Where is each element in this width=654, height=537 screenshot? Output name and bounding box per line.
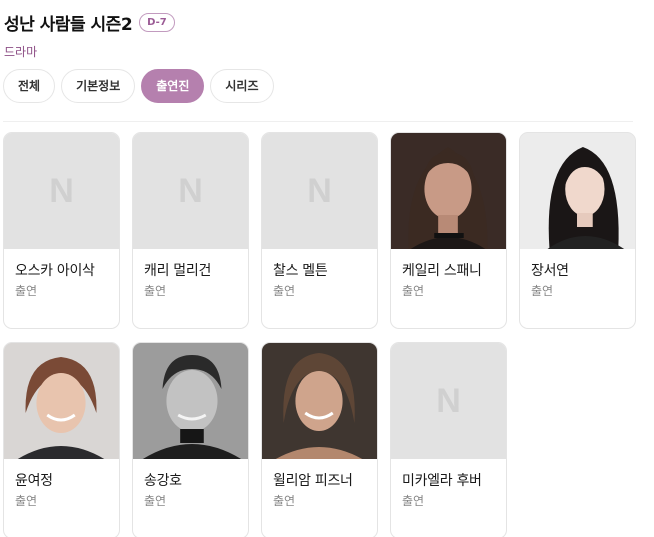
- page-header: 성난 사람들 시즌2 D-7 드라마: [4, 10, 175, 60]
- cast-card[interactable]: 윌리암 피즈너 출연: [261, 342, 378, 537]
- tab-cast[interactable]: 출연진: [141, 69, 205, 103]
- cast-card[interactable]: N 찰스 멜튼 출연: [261, 132, 378, 329]
- cast-role: 출연: [144, 284, 167, 298]
- profile-photo: [262, 343, 377, 459]
- cast-role: 출연: [144, 494, 167, 508]
- cast-name: 윤여정: [15, 473, 53, 489]
- profile-placeholder: N: [133, 133, 248, 249]
- cast-role: 출연: [402, 494, 425, 508]
- tab-series[interactable]: 시리즈: [210, 69, 274, 103]
- cast-name: 송강호: [144, 473, 182, 489]
- cast-card[interactable]: N 미카엘라 후버 출연: [390, 342, 507, 537]
- cast-name: 장서연: [531, 263, 569, 279]
- cast-name: 윌리암 피즈너: [273, 473, 353, 489]
- profile-photo: [391, 133, 506, 249]
- cast-card[interactable]: 송강호 출연: [132, 342, 249, 537]
- n-logo-icon: N: [307, 171, 332, 210]
- cast-role: 출연: [15, 284, 38, 298]
- cast-role: 출연: [15, 494, 38, 508]
- cast-name: 캐리 멀리건: [144, 263, 212, 279]
- cast-card[interactable]: N 오스카 아이삭 출연: [3, 132, 120, 329]
- profile-placeholder: N: [4, 133, 119, 249]
- profile-placeholder: N: [391, 343, 506, 459]
- page-title: 성난 사람들 시즌2: [4, 15, 133, 35]
- cast-name: 미카엘라 후버: [402, 473, 482, 489]
- profile-photo: [133, 343, 248, 459]
- profile-placeholder: N: [262, 133, 377, 249]
- dday-badge: D-7: [139, 13, 175, 32]
- cast-name: 찰스 멜튼: [273, 263, 328, 279]
- cast-role: 출연: [273, 284, 296, 298]
- tab-basic-info[interactable]: 기본정보: [61, 69, 136, 103]
- tab-bar: 전체 기본정보 출연진 시리즈: [3, 69, 274, 103]
- cast-card[interactable]: 케일리 스패니 출연: [390, 132, 507, 329]
- cast-role: 출연: [273, 494, 296, 508]
- tab-all[interactable]: 전체: [3, 69, 56, 103]
- cast-role: 출연: [402, 284, 425, 298]
- cast-card[interactable]: 윤여정 출연: [3, 342, 120, 537]
- cast-card[interactable]: 장서연 출연: [519, 132, 636, 329]
- profile-photo: [520, 133, 635, 249]
- genre-label[interactable]: 드라마: [4, 43, 175, 60]
- cast-card[interactable]: N 캐리 멀리건 출연: [132, 132, 249, 329]
- n-logo-icon: N: [49, 171, 74, 210]
- cast-role: 출연: [531, 284, 554, 298]
- cast-name: 케일리 스패니: [402, 263, 482, 279]
- n-logo-icon: N: [436, 381, 461, 420]
- title-row: 성난 사람들 시즌2 D-7: [4, 10, 175, 35]
- n-logo-icon: N: [178, 171, 203, 210]
- cast-name: 오스카 아이삭: [15, 263, 95, 279]
- profile-photo: [4, 343, 119, 459]
- divider: [3, 121, 633, 122]
- cast-grid: N 오스카 아이삭 출연 N 캐리 멀리건 출연 N 찰스 멜튼 출연 케일리 …: [3, 132, 648, 537]
